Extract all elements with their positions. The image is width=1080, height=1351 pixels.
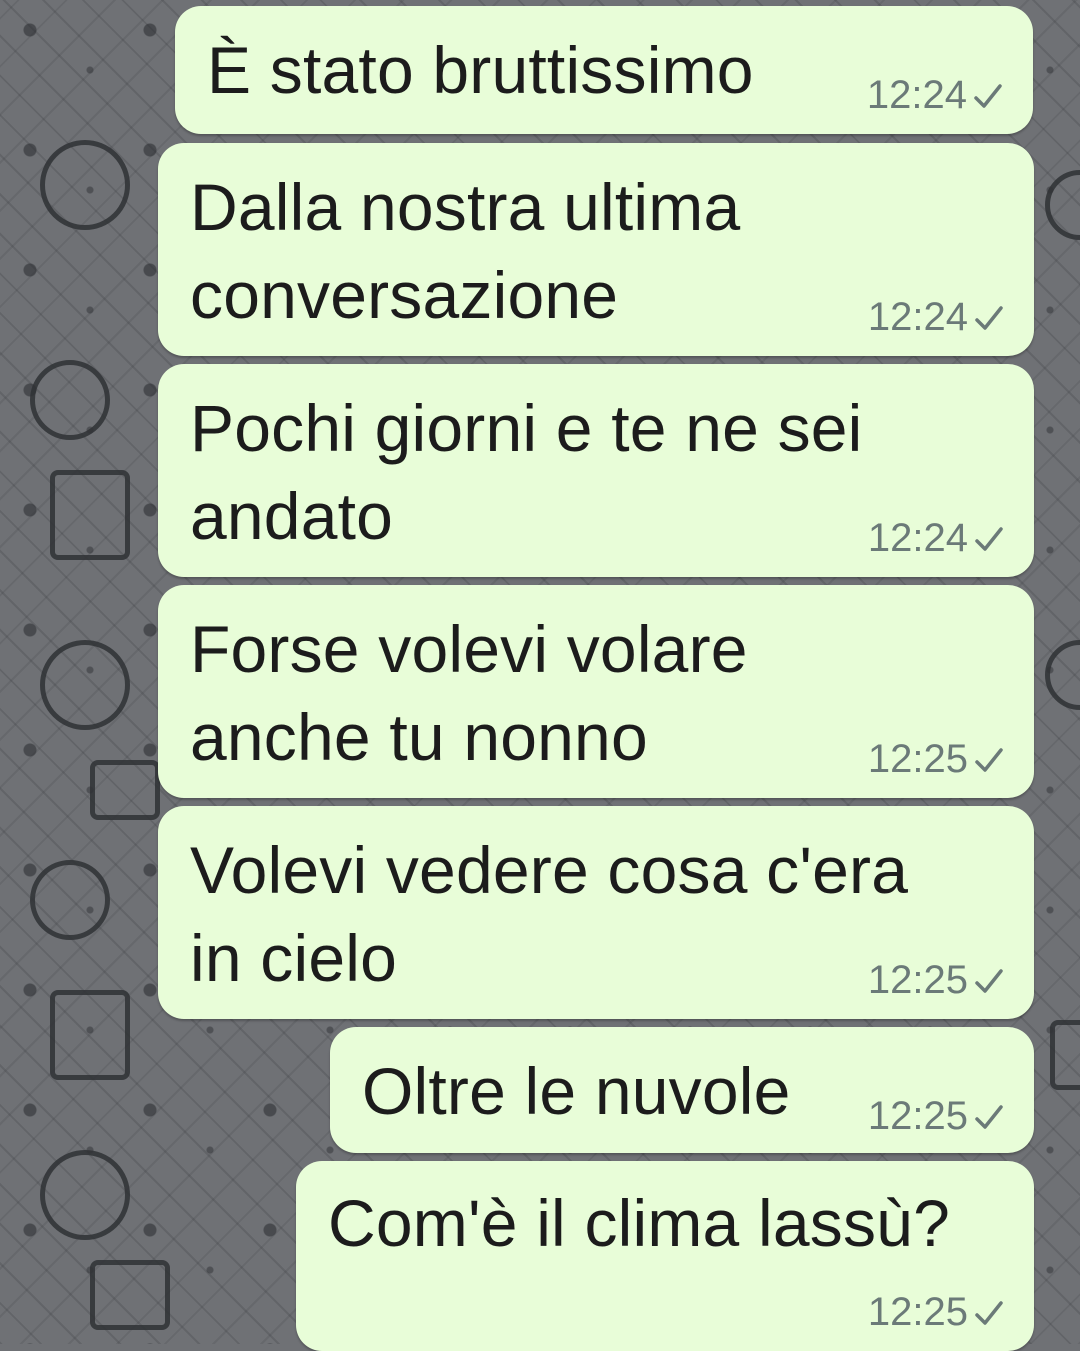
message-bubble[interactable]: Volevi vedere cosa c'era in cielo 12:25 <box>158 806 1034 1019</box>
stamp-doodle-icon <box>50 990 130 1080</box>
message-bubble[interactable]: Forse volevi volare anche tu nonno 12:25 <box>158 585 1034 798</box>
single-check-icon <box>975 1300 1003 1325</box>
message-time: 12:24 <box>867 516 968 560</box>
message-time: 12:25 <box>867 1290 968 1334</box>
compass-doodle-icon <box>40 640 130 730</box>
message-meta: 12:24 <box>868 295 1004 340</box>
message-bubble[interactable]: Pochi giorni e te ne sei andato 12:24 <box>158 364 1034 577</box>
single-check-icon <box>975 526 1003 551</box>
message-text: Dalla nostra ultima conversazione <box>190 170 741 332</box>
message-bubble[interactable]: È stato bruttissimo 12:24 <box>175 6 1033 134</box>
message-bubble[interactable]: Oltre le nuvole 12:25 <box>330 1027 1034 1153</box>
message-time: 12:24 <box>867 295 968 339</box>
message-time: 12:25 <box>867 958 968 1002</box>
message-meta: 12:24 <box>868 516 1004 561</box>
laptop-doodle-icon <box>90 760 160 820</box>
message-meta: 12:25 <box>868 1290 1004 1335</box>
laptop-doodle-icon <box>90 1260 170 1330</box>
message-time: 12:25 <box>867 1094 968 1138</box>
message-text: Com'è il clima lassù? <box>328 1186 950 1260</box>
message-meta: 12:25 <box>868 737 1004 782</box>
single-check-icon <box>975 1104 1003 1129</box>
doodle-icon <box>1045 170 1080 240</box>
lightbulb-doodle-icon <box>30 360 110 440</box>
message-meta: 12:25 <box>868 958 1004 1003</box>
doodle-icon <box>1045 640 1080 710</box>
message-text: Oltre le nuvole <box>362 1054 791 1128</box>
message-meta: 12:25 <box>868 1094 1004 1139</box>
compass-doodle-icon <box>40 140 130 230</box>
compass-doodle-icon <box>40 1150 130 1240</box>
single-check-icon <box>975 968 1003 993</box>
message-time: 12:24 <box>866 73 967 117</box>
message-time: 12:25 <box>867 737 968 781</box>
message-meta: 12:24 <box>867 73 1003 118</box>
lightbulb-doodle-icon <box>30 860 110 940</box>
doodle-icon <box>1050 1020 1080 1090</box>
single-check-icon <box>975 305 1003 330</box>
message-text: È stato bruttissimo <box>207 33 754 107</box>
message-bubble[interactable]: Com'è il clima lassù? 12:25 <box>296 1161 1034 1351</box>
single-check-icon <box>974 83 1002 108</box>
stamp-doodle-icon <box>50 470 130 560</box>
message-text: Volevi vedere cosa c'era in cielo <box>190 833 909 995</box>
message-text: Pochi giorni e te ne sei andato <box>190 391 863 553</box>
message-bubble[interactable]: Dalla nostra ultima conversazione 12:24 <box>158 143 1034 356</box>
message-text: Forse volevi volare anche tu nonno <box>190 612 748 774</box>
single-check-icon <box>975 747 1003 772</box>
